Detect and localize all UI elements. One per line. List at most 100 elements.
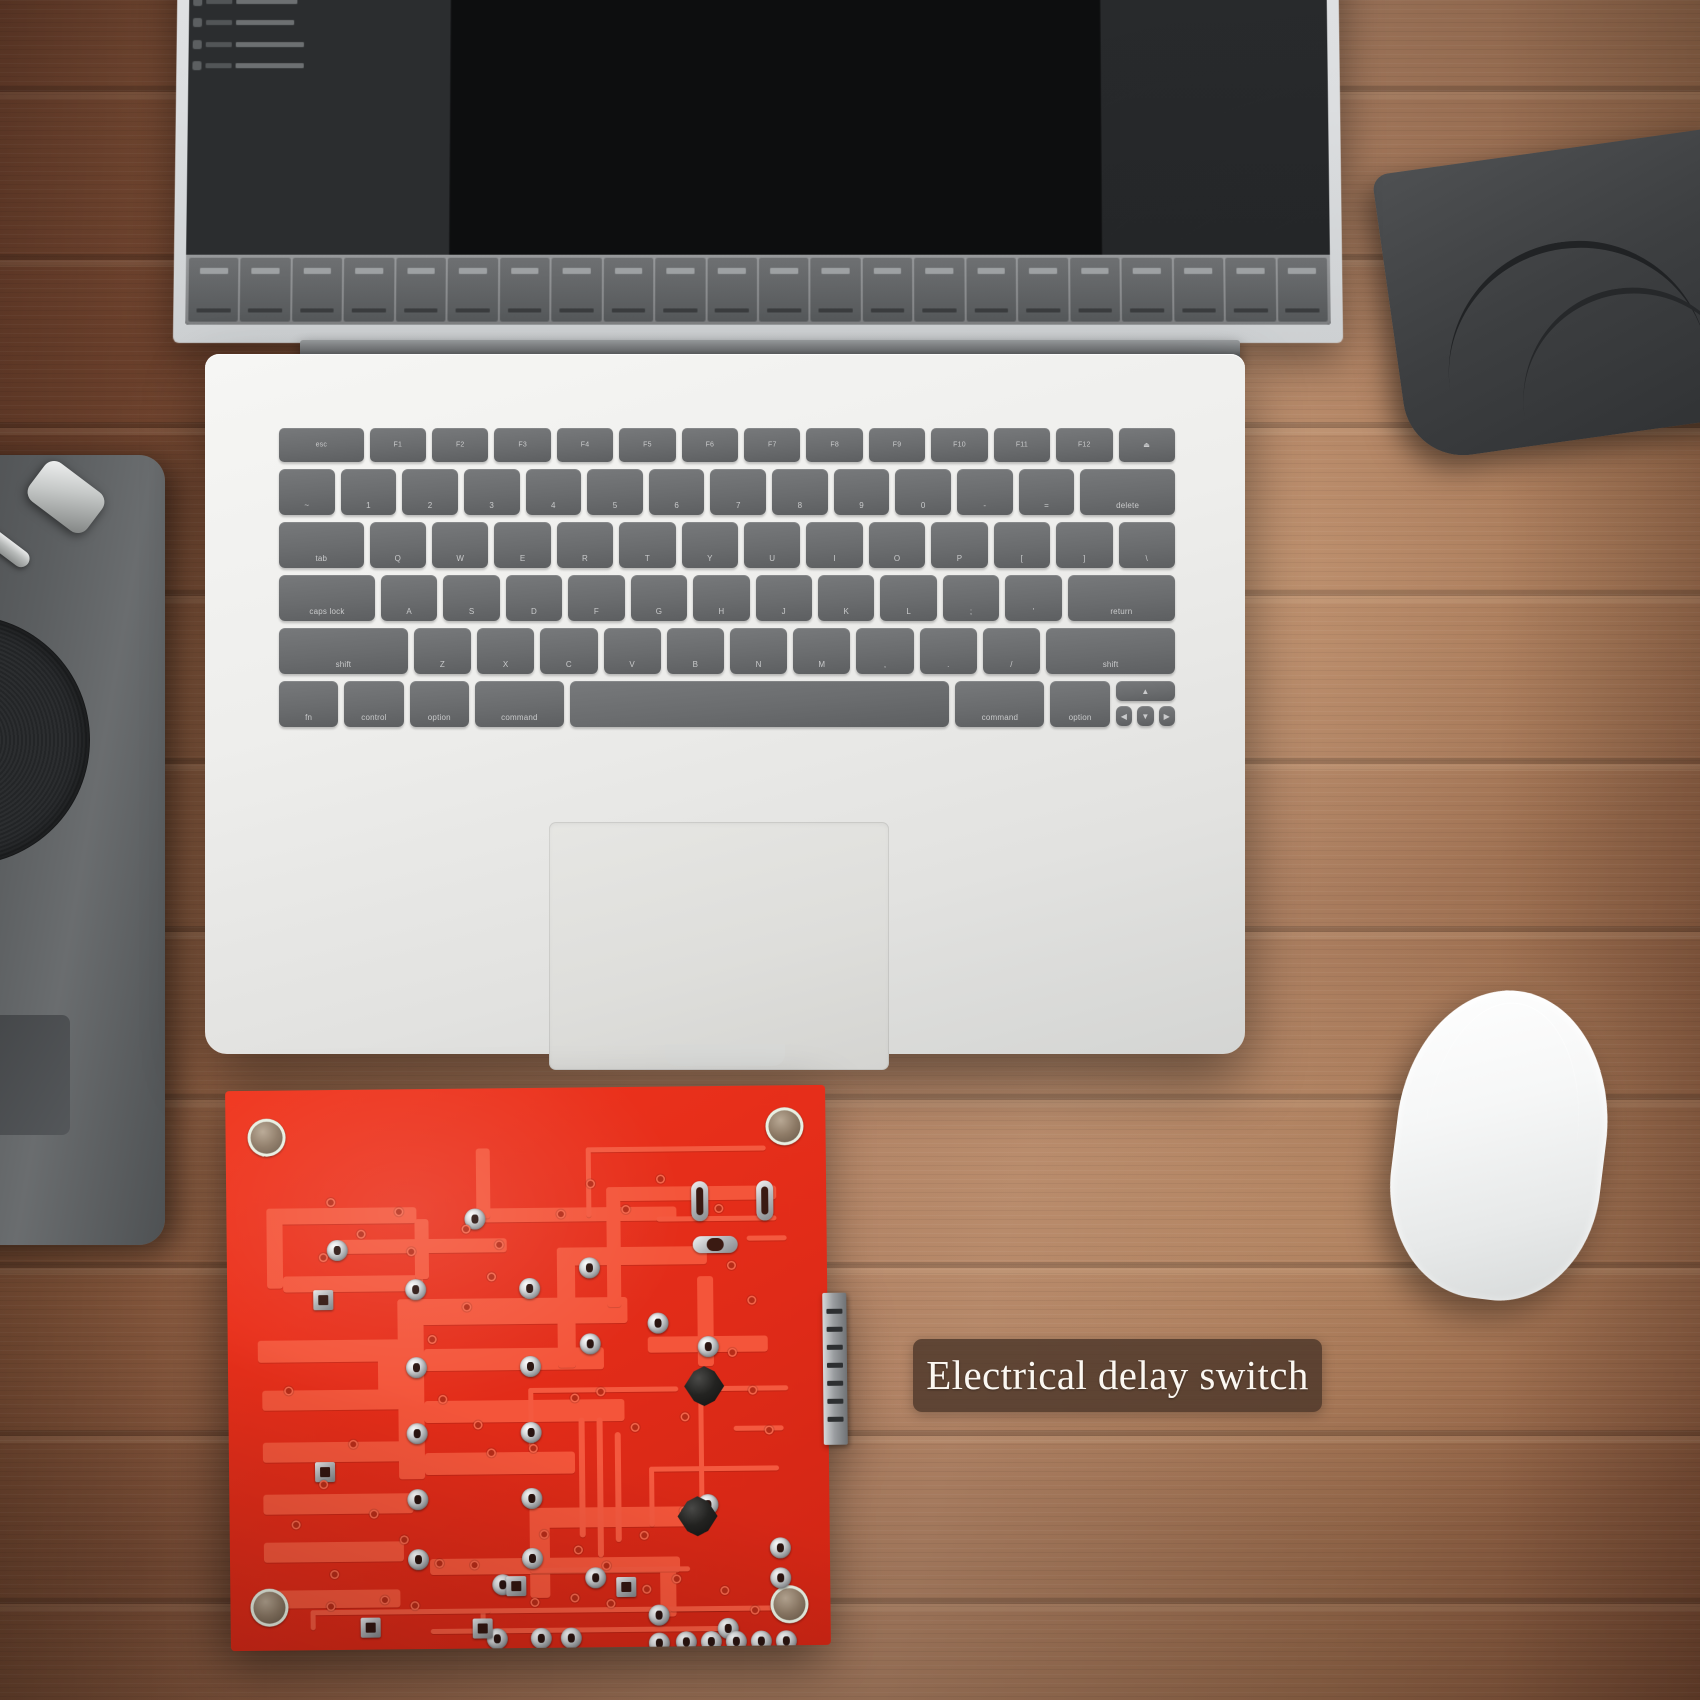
mixer-channel-strip[interactable] [966, 257, 1017, 322]
daw-inspector-panel[interactable] [1096, 0, 1330, 255]
key-v[interactable]: V [603, 628, 661, 674]
daw-track-row[interactable] [192, 35, 447, 54]
key-f5[interactable]: F5 [619, 428, 676, 462]
key-x[interactable]: X [477, 628, 535, 674]
key-7[interactable]: 7 [710, 469, 767, 515]
key-a[interactable]: A [380, 575, 438, 621]
key-f1[interactable]: F1 [369, 428, 427, 462]
daw-track-list[interactable] [186, 0, 455, 255]
key-e[interactable]: E [494, 522, 551, 568]
key-z[interactable]: Z [413, 628, 472, 674]
key-caps-lock[interactable]: caps lock [279, 575, 375, 621]
key-esc[interactable]: esc [279, 428, 364, 462]
key-arrow-up[interactable]: ▲ [1115, 681, 1176, 701]
key--[interactable]: ' [1005, 575, 1062, 621]
key--[interactable]: ; [942, 575, 1000, 621]
key-5[interactable]: 5 [587, 469, 643, 515]
key-y[interactable]: Y [681, 522, 739, 568]
key-h[interactable]: H [693, 575, 750, 621]
track-mute-icon[interactable] [192, 60, 202, 70]
key-shift[interactable]: shift [279, 628, 408, 674]
mixer-channel-strip[interactable] [707, 257, 757, 322]
key-8[interactable]: 8 [772, 469, 828, 515]
key-f9[interactable]: F9 [868, 428, 926, 462]
laptop-keyboard[interactable]: esc F1 F2 F3 F4 F5 F6 F7 F8 F9 F10 F11 F12 ⏏ ~1 2 3 4 5 6 7 8… [279, 428, 1176, 780]
daw-track-row[interactable] [192, 56, 446, 75]
key--[interactable]: = [1018, 469, 1075, 515]
key-u[interactable]: U [744, 522, 801, 568]
mixer-channel-strip[interactable] [447, 257, 498, 322]
key-c[interactable]: C [540, 628, 598, 674]
key-shift[interactable]: shift [1046, 628, 1175, 674]
key-arrow-left[interactable]: ◀ [1115, 706, 1133, 726]
key-arrow-right[interactable]: ▶ [1158, 706, 1176, 726]
key--[interactable]: ] [1056, 522, 1113, 568]
key-l[interactable]: L [880, 575, 937, 621]
mixer-channel-strip[interactable] [603, 257, 654, 322]
key--[interactable]: , [856, 628, 914, 674]
daw-arrange-view[interactable] [450, 0, 1330, 255]
key-option[interactable]: option [409, 681, 469, 727]
key-f8[interactable]: F8 [806, 428, 863, 462]
mixer-channel-strip[interactable] [810, 257, 861, 322]
key-6[interactable]: 6 [648, 469, 705, 515]
mixer-channel-strip[interactable] [1173, 257, 1224, 322]
key-4[interactable]: 4 [525, 469, 582, 515]
mixer-channel-strip[interactable] [655, 257, 706, 322]
mixer-channel-strip[interactable] [292, 257, 343, 322]
key-9[interactable]: 9 [833, 469, 890, 515]
key-f10[interactable]: F10 [931, 428, 988, 462]
key-space[interactable] [569, 681, 950, 727]
key-arrow-down[interactable]: ▼ [1137, 706, 1154, 726]
key-f12[interactable]: F12 [1056, 428, 1113, 462]
key-3[interactable]: 3 [463, 469, 520, 515]
mixer-channel-strip[interactable] [1225, 257, 1276, 322]
key--[interactable]: . [919, 628, 977, 674]
mixer-channel-strip[interactable] [862, 257, 913, 322]
mixer-channel-strip[interactable] [1018, 257, 1069, 322]
key-m[interactable]: M [793, 628, 851, 674]
key-2[interactable]: 2 [402, 469, 458, 515]
daw-mixer-strip[interactable] [185, 254, 1331, 325]
track-mute-icon[interactable] [192, 39, 202, 49]
mixer-channel-strip[interactable] [395, 257, 447, 322]
key-b[interactable]: B [666, 628, 724, 674]
key-w[interactable]: W [432, 522, 489, 568]
key-f3[interactable]: F3 [494, 428, 551, 462]
mixer-channel-strip[interactable] [914, 257, 965, 322]
key-command[interactable]: command [474, 681, 564, 727]
key--[interactable]: ⏏ [1118, 428, 1175, 462]
key-tab[interactable]: tab [279, 522, 364, 568]
key-q[interactable]: Q [369, 522, 427, 568]
trackpad[interactable] [549, 822, 889, 1070]
key-s[interactable]: S [443, 575, 500, 621]
key--[interactable]: - [957, 469, 1013, 515]
key-d[interactable]: D [505, 575, 563, 621]
key-n[interactable]: N [729, 628, 788, 674]
mixer-channel-strip[interactable] [343, 257, 395, 322]
key--[interactable]: / [982, 628, 1041, 674]
key--[interactable]: \ [1118, 522, 1175, 568]
mixer-channel-strip[interactable] [188, 257, 239, 322]
mixer-channel-strip[interactable] [551, 257, 602, 322]
mixer-channel-strip[interactable] [499, 257, 550, 322]
key-j[interactable]: J [755, 575, 812, 621]
daw-track-row[interactable] [193, 0, 447, 11]
key-i[interactable]: I [806, 522, 863, 568]
key-f11[interactable]: F11 [993, 428, 1051, 462]
mixer-channel-strip[interactable] [758, 257, 809, 322]
key-f[interactable]: F [568, 575, 625, 621]
daw-track-row[interactable] [192, 13, 447, 32]
key-command[interactable]: command [955, 681, 1045, 727]
mixer-channel-strip[interactable] [1069, 257, 1121, 322]
key-1[interactable]: 1 [340, 469, 397, 515]
key-delete[interactable]: delete [1080, 469, 1175, 515]
arrow-key-cluster[interactable]: ▲ ◀ ▼ ▶ [1115, 681, 1176, 727]
key-t[interactable]: T [619, 522, 676, 568]
key-0[interactable]: 0 [895, 469, 952, 515]
track-mute-icon[interactable] [192, 18, 203, 28]
key-k[interactable]: K [818, 575, 875, 621]
key-f7[interactable]: F7 [744, 428, 801, 462]
key-r[interactable]: R [556, 522, 614, 568]
key-fn[interactable]: fn [279, 681, 339, 727]
